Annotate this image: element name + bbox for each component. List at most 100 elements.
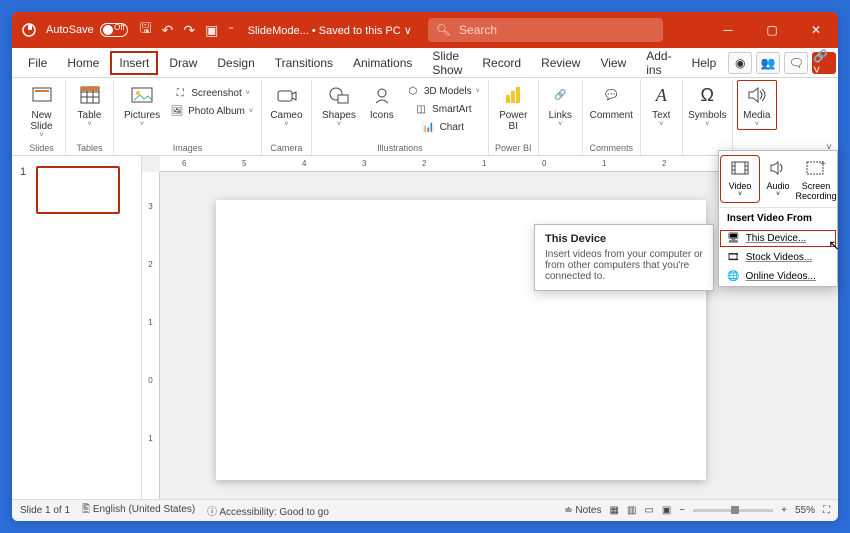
maximize-button[interactable]: ▢: [750, 12, 794, 48]
tab-file[interactable]: File: [20, 52, 55, 74]
media-button[interactable]: Media˅: [737, 80, 777, 130]
zoom-in-icon[interactable]: +: [781, 505, 787, 516]
omega-icon: Ω: [694, 82, 720, 108]
status-bar: Slide 1 of 1 🖺 English (United States) ⓘ…: [12, 499, 838, 521]
group-media: Media˅: [733, 80, 781, 155]
editor-area: 1 6543210123 32101: [12, 156, 838, 499]
shapes-icon: [326, 82, 352, 108]
online-videos-item[interactable]: 🌐 Online Videos...: [719, 267, 837, 286]
tab-record[interactable]: Record: [474, 52, 529, 74]
tab-review[interactable]: Review: [533, 52, 588, 74]
comment-button[interactable]: 💬Comment: [584, 80, 639, 123]
autosave-toggle[interactable]: AutoSave: [46, 23, 128, 37]
comment-icon: 💬: [598, 82, 624, 108]
slide-thumbnail[interactable]: 1: [20, 166, 133, 214]
table-button[interactable]: Table˅: [70, 80, 110, 130]
fit-icon[interactable]: ⛶: [823, 505, 830, 516]
group-slides: New Slide˅ Slides: [18, 80, 66, 155]
tab-help[interactable]: Help: [684, 52, 725, 74]
video-icon: [729, 157, 751, 179]
links-button[interactable]: 🔗Links˅: [540, 80, 580, 130]
zoom-slider[interactable]: [693, 509, 773, 512]
tab-insert[interactable]: Insert: [111, 52, 157, 74]
view-reading-icon[interactable]: ▭: [644, 505, 653, 516]
group-symbols: ΩSymbols˅: [683, 80, 733, 155]
document-title[interactable]: SlideMode... • Saved to this PC ∨: [248, 24, 412, 37]
screen-recording-button[interactable]: + Screen Recording: [798, 157, 834, 201]
undo-icon[interactable]: ↶: [162, 22, 174, 39]
tooltip-body: Insert videos from your computer or from…: [545, 249, 703, 282]
text-button[interactable]: AText˅: [641, 80, 681, 130]
3d-models-button[interactable]: ⬡3D Models˅: [402, 82, 484, 100]
tab-slideshow[interactable]: Slide Show: [424, 45, 470, 81]
tooltip-title: This Device: [545, 233, 703, 245]
quick-access-toolbar: 🖫 ↶ ↷ ▣ ⁼: [140, 18, 234, 42]
video-menu-button[interactable]: Video˅: [722, 157, 758, 201]
teams-button[interactable]: 👥: [756, 52, 780, 74]
present-icon[interactable]: ▣: [205, 22, 218, 39]
this-device-item[interactable]: 🖥 This Device...: [719, 229, 837, 248]
group-text: AText˅: [641, 80, 683, 155]
notes-button[interactable]: ≐ Notes: [564, 505, 601, 516]
thumbnail-number: 1: [20, 166, 30, 214]
pictures-button[interactable]: Pictures˅: [118, 80, 166, 130]
tab-addins[interactable]: Add-ins: [638, 45, 679, 81]
online-icon: 🌐: [727, 271, 739, 282]
symbols-button[interactable]: ΩSymbols˅: [682, 80, 732, 130]
view-sorter-icon[interactable]: ▥: [627, 505, 636, 516]
photo-album-icon: 🖼: [170, 104, 184, 118]
icons-button[interactable]: Icons: [362, 80, 402, 123]
smartart-icon: ◫: [414, 102, 428, 116]
device-icon: 🖥: [727, 233, 740, 244]
camera-record-button[interactable]: ◉: [728, 52, 752, 74]
search-box[interactable]: 🔍︎ Search: [428, 18, 663, 42]
zoom-out-icon[interactable]: −: [679, 505, 685, 516]
zoom-level[interactable]: 55%: [795, 505, 815, 516]
stock-videos-item[interactable]: 🎞 Stock Videos...: [719, 248, 837, 267]
view-slideshow-icon[interactable]: ▣: [662, 505, 671, 516]
title-bar: AutoSave 🖫 ↶ ↷ ▣ ⁼ SlideMode... • Saved …: [12, 12, 838, 48]
group-illustrations: Shapes˅ Icons ⬡3D Models˅ ◫SmartArt 📊Cha…: [312, 80, 489, 155]
link-icon: 🔗: [547, 82, 573, 108]
save-icon[interactable]: 🖫: [140, 18, 152, 42]
accessibility-status[interactable]: ⓘ Accessibility: Good to go: [207, 503, 329, 518]
chart-icon: 📊: [422, 120, 436, 134]
new-slide-button[interactable]: New Slide˅: [22, 80, 62, 141]
share-button[interactable]: 🔗 ˅: [812, 52, 836, 74]
tab-home[interactable]: Home: [59, 52, 107, 74]
close-button[interactable]: ✕: [794, 12, 838, 48]
group-comments: 💬Comment Comments: [583, 80, 641, 155]
thumbnail-image: [36, 166, 120, 214]
tab-draw[interactable]: Draw: [161, 52, 205, 74]
thumbnail-panel: 1: [12, 156, 142, 499]
insert-video-from-header: Insert Video From: [719, 208, 837, 229]
tab-animations[interactable]: Animations: [345, 52, 420, 74]
comments-tab-button[interactable]: 🗨: [784, 52, 808, 74]
powerbi-button[interactable]: Power BI: [493, 80, 533, 134]
slide-counter[interactable]: Slide 1 of 1: [20, 505, 70, 516]
tab-view[interactable]: View: [592, 52, 634, 74]
powerbi-icon: [500, 82, 526, 108]
cameo-button[interactable]: Cameo˅: [264, 80, 308, 130]
table-icon: [77, 82, 103, 108]
ribbon: New Slide˅ Slides Table˅ Tables Pictures…: [12, 78, 838, 156]
chart-button[interactable]: 📊Chart: [402, 118, 484, 136]
tab-transitions[interactable]: Transitions: [267, 52, 341, 74]
audio-menu-button[interactable]: Audio˅: [760, 157, 796, 201]
redo-icon[interactable]: ↷: [183, 22, 195, 39]
screenshot-button[interactable]: ⛶Screenshot˅: [166, 84, 257, 102]
tab-design[interactable]: Design: [209, 52, 262, 74]
group-powerbi: Power BI Power BI: [489, 80, 539, 155]
minimize-button[interactable]: ─: [706, 12, 750, 48]
speaker-icon: [744, 82, 770, 108]
ribbon-tabs: File Home Insert Draw Design Transitions…: [12, 48, 838, 78]
language-status[interactable]: 🖺 English (United States): [82, 502, 195, 519]
search-icon: 🔍︎: [436, 23, 451, 37]
smartart-button[interactable]: ◫SmartArt: [402, 100, 484, 118]
text-icon: A: [648, 82, 674, 108]
view-normal-icon[interactable]: ▦: [609, 505, 618, 516]
photo-album-button[interactable]: 🖼Photo Album˅: [166, 102, 257, 120]
qat-more-icon[interactable]: ⁼: [228, 25, 233, 36]
shapes-button[interactable]: Shapes˅: [316, 80, 362, 130]
group-camera: Cameo˅ Camera: [262, 80, 312, 155]
